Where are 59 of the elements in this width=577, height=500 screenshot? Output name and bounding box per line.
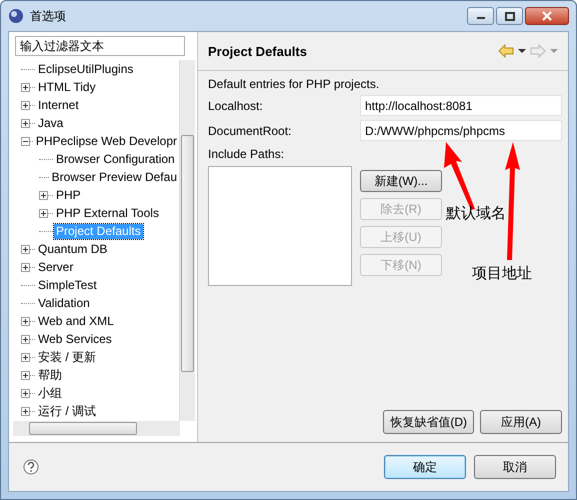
- expand-icon[interactable]: [21, 118, 30, 128]
- annotation-text: 默认域名: [446, 204, 506, 223]
- expand-icon[interactable]: [21, 334, 30, 344]
- tree-item[interactable]: 安装 / 更新: [36, 350, 98, 364]
- expand-icon[interactable]: [21, 82, 30, 92]
- tree-item[interactable]: PHP External Tools: [54, 206, 161, 220]
- vertical-scrollbar[interactable]: [179, 60, 195, 421]
- tree-item[interactable]: Web and XML: [36, 314, 116, 328]
- annotation-text: 项目地址: [472, 264, 532, 283]
- collapse-icon[interactable]: [21, 136, 30, 146]
- tree-item[interactable]: Java: [36, 116, 66, 130]
- field-label: Localhost:: [208, 98, 264, 112]
- text-field[interactable]: D:/WWW/phpcms/phpcms: [360, 120, 562, 141]
- tree-item[interactable]: Browser Configuration: [54, 152, 177, 166]
- close-icon: [542, 11, 552, 21]
- expand-icon[interactable]: [39, 208, 48, 218]
- window-title: 首选项: [30, 8, 66, 24]
- description-text: Default entries for PHP projects.: [208, 77, 380, 91]
- expand-icon[interactable]: [21, 316, 30, 326]
- close-button[interactable]: [525, 7, 569, 25]
- expand-icon[interactable]: [21, 370, 30, 380]
- tree-item[interactable]: 小组: [36, 386, 64, 400]
- minimize-button[interactable]: [467, 7, 494, 25]
- tree-item[interactable]: HTML Tidy: [36, 80, 98, 94]
- page-title: Project Defaults: [208, 44, 307, 58]
- tree-item[interactable]: PHPeclipse Web Developr: [34, 134, 179, 148]
- expand-icon[interactable]: [21, 244, 30, 254]
- dialog-button[interactable]: 确定: [384, 455, 466, 479]
- dialog-button[interactable]: 取消: [474, 455, 556, 479]
- help-icon[interactable]: [23, 459, 39, 475]
- horizontal-scrollbar[interactable]: [13, 421, 180, 436]
- maximize-icon: [504, 12, 514, 20]
- expand-icon[interactable]: [21, 406, 30, 416]
- field-label: DocumentRoot:: [208, 124, 292, 138]
- dropdown-icon[interactable]: [518, 48, 526, 54]
- tree-item[interactable]: 运行 / 调试: [36, 404, 98, 418]
- tree-item[interactable]: SimpleTest: [36, 278, 99, 292]
- maximize-button[interactable]: [496, 7, 523, 25]
- page-button[interactable]: 应用(A): [480, 410, 562, 434]
- tree-item[interactable]: PHP: [54, 188, 83, 202]
- tree-item[interactable]: Web Services: [36, 332, 114, 346]
- text-field[interactable]: http://localhost:8081: [360, 95, 562, 116]
- filter-field[interactable]: 输入过滤器文本: [15, 36, 185, 56]
- expand-icon[interactable]: [39, 190, 48, 200]
- expand-icon[interactable]: [21, 352, 30, 362]
- tree-item[interactable]: 帮助: [36, 368, 64, 382]
- globe-icon: [8, 8, 24, 24]
- expand-icon[interactable]: [21, 388, 30, 398]
- expand-icon[interactable]: [21, 100, 30, 110]
- tree-item[interactable]: Server: [36, 260, 76, 274]
- tree-item[interactable]: Quantum DB: [36, 242, 110, 256]
- tree-item[interactable]: Internet: [36, 98, 81, 112]
- list-button[interactable]: 新建(W)...: [360, 170, 442, 192]
- tree-item[interactable]: Validation: [36, 296, 92, 310]
- tree-item[interactable]: EclipseUtilPlugins: [36, 62, 136, 76]
- field-label: Include Paths:: [208, 147, 286, 161]
- page-button[interactable]: 恢复缺省值(D): [383, 410, 474, 434]
- expand-icon[interactable]: [21, 262, 30, 272]
- tree-item[interactable]: Browser Preview Defau: [50, 170, 179, 184]
